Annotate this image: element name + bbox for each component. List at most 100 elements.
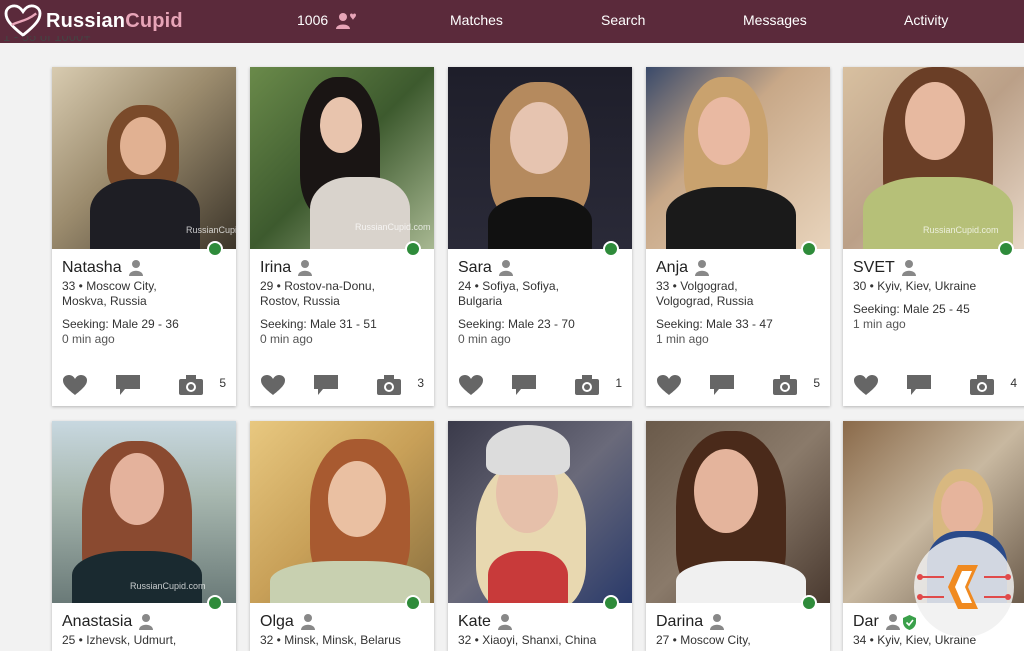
online-status-dot: [405, 241, 421, 257]
photo-count: 4: [1010, 376, 1017, 390]
profile-location: 33 • Volgograd, Volgograd, Russia: [656, 279, 754, 308]
profile-card[interactable]: Sara 24 • Sofiya, Sofiya, Bulgaria Seekin…: [448, 67, 632, 406]
profile-location: 32 • Minsk, Minsk, Belarus: [260, 633, 401, 647]
user-icon: [710, 614, 725, 630]
likes-count: 1006: [297, 12, 329, 28]
nav-messages[interactable]: Messages: [743, 12, 807, 28]
profile-name[interactable]: Kate: [458, 613, 491, 631]
profile-name[interactable]: Sara: [458, 259, 492, 277]
card-actions: 5: [646, 362, 830, 406]
online-status-dot: [603, 595, 619, 611]
user-icon: [128, 260, 143, 276]
profile-location: 24 • Sofiya, Sofiya, Bulgaria: [458, 279, 559, 308]
online-status-dot: [998, 241, 1014, 257]
photo-count: 1: [615, 376, 622, 390]
profile-last-active: 0 min ago: [458, 332, 511, 346]
online-status-dot: [801, 595, 817, 611]
heart-icon[interactable]: [853, 374, 879, 396]
user-icon: [300, 614, 315, 630]
profile-photo[interactable]: RussianCupid.com: [843, 67, 1024, 249]
photo-watermark: RussianCupid.com: [130, 581, 206, 591]
nav-search[interactable]: Search: [601, 12, 645, 28]
card-actions: 5: [52, 362, 236, 406]
user-icon: [695, 260, 710, 276]
profile-photo[interactable]: [646, 67, 830, 249]
profile-card[interactable]: Kate 32 • Xiaoyi, Shanxi, China: [448, 421, 632, 651]
people-likes-icon: [336, 13, 357, 30]
message-icon[interactable]: [115, 374, 141, 396]
profile-seeking: Seeking: Male 23 - 70: [458, 317, 575, 331]
profile-card[interactable]: RussianCupid.com Irina 29 • Rostov-na-Do…: [250, 67, 434, 406]
nav-likes[interactable]: 1006: [297, 12, 358, 30]
profile-card[interactable]: Darina 27 • Moscow City,: [646, 421, 830, 651]
user-icon: [139, 614, 154, 630]
user-icon: [885, 614, 900, 630]
profile-location: 29 • Rostov-na-Donu, Rostov, Russia: [260, 279, 375, 308]
card-actions: 1: [448, 362, 632, 406]
online-status-dot: [801, 241, 817, 257]
message-icon[interactable]: [906, 374, 932, 396]
profile-name[interactable]: Dar: [853, 613, 879, 631]
profile-photo[interactable]: RussianCupid.com: [250, 67, 434, 249]
online-status-dot: [207, 595, 223, 611]
profile-seeking: Seeking: Male 29 - 36: [62, 317, 179, 331]
photo-count: 5: [219, 376, 226, 390]
heart-icon[interactable]: [260, 374, 286, 396]
nav-matches[interactable]: Matches: [450, 12, 503, 28]
logo-text-cupid: Cupid: [125, 9, 183, 32]
profile-photo[interactable]: [646, 421, 830, 603]
profile-photo[interactable]: RussianCupid.com: [52, 421, 236, 603]
profile-location: 32 • Xiaoyi, Shanxi, China: [458, 633, 597, 647]
circuit-arrow-icon: [917, 565, 1011, 609]
camera-icon[interactable]: [178, 374, 204, 396]
photo-watermark: RussianCupid.com: [355, 222, 431, 232]
profile-card[interactable]: RussianCupid.com Anastasia 25 • Izhevsk,…: [52, 421, 236, 651]
floating-widget-button[interactable]: [914, 537, 1014, 637]
online-status-dot: [603, 241, 619, 257]
profile-name[interactable]: Anja: [656, 259, 688, 277]
message-icon[interactable]: [511, 374, 537, 396]
photo-watermark: RussianCupid.com: [923, 225, 999, 235]
card-actions: 3: [250, 362, 434, 406]
profile-last-active: 1 min ago: [656, 332, 709, 346]
profile-card[interactable]: Olga 32 • Minsk, Minsk, Belarus: [250, 421, 434, 651]
profile-name[interactable]: Olga: [260, 613, 294, 631]
user-icon: [498, 260, 513, 276]
camera-icon[interactable]: [376, 374, 402, 396]
user-icon: [497, 614, 512, 630]
message-icon[interactable]: [709, 374, 735, 396]
online-status-dot: [207, 241, 223, 257]
profile-card[interactable]: RussianCupid.com Natasha 33 • Moscow Cit…: [52, 67, 236, 406]
photo-watermark: RussianCupid.com: [186, 225, 236, 235]
camera-icon[interactable]: [969, 374, 995, 396]
profile-name[interactable]: SVET: [853, 259, 895, 277]
profile-card[interactable]: RussianCupid.com SVET 30 • Kyiv, Kiev, U…: [843, 67, 1024, 406]
camera-icon[interactable]: [574, 374, 600, 396]
profile-name[interactable]: Irina: [260, 259, 291, 277]
profile-location: 27 • Moscow City,: [656, 633, 751, 647]
profile-seeking: Seeking: Male 33 - 47: [656, 317, 773, 331]
heart-logo-icon: [4, 4, 42, 37]
photo-count: 5: [813, 376, 820, 390]
profile-last-active: 0 min ago: [62, 332, 115, 346]
site-logo[interactable]: RussianCupid: [4, 4, 183, 38]
heart-icon[interactable]: [62, 374, 88, 396]
profile-name[interactable]: Darina: [656, 613, 703, 631]
heart-icon[interactable]: [656, 374, 682, 396]
profile-location: 30 • Kyiv, Kiev, Ukraine: [853, 279, 977, 293]
profile-photo[interactable]: [448, 67, 632, 249]
profile-photo[interactable]: [448, 421, 632, 603]
user-icon: [901, 260, 916, 276]
profile-name[interactable]: Anastasia: [62, 613, 132, 631]
heart-icon[interactable]: [458, 374, 484, 396]
camera-icon[interactable]: [772, 374, 798, 396]
profile-card[interactable]: Anja 33 • Volgograd, Volgograd, Russia Se…: [646, 67, 830, 406]
profile-photo[interactable]: [250, 421, 434, 603]
message-icon[interactable]: [313, 374, 339, 396]
card-actions: 4: [843, 362, 1024, 406]
profile-seeking: Seeking: Male 25 - 45: [853, 302, 970, 316]
profile-last-active: 1 min ago: [853, 317, 906, 331]
profile-photo[interactable]: RussianCupid.com: [52, 67, 236, 249]
profile-name[interactable]: Natasha: [62, 259, 122, 277]
nav-activity[interactable]: Activity: [904, 12, 948, 28]
